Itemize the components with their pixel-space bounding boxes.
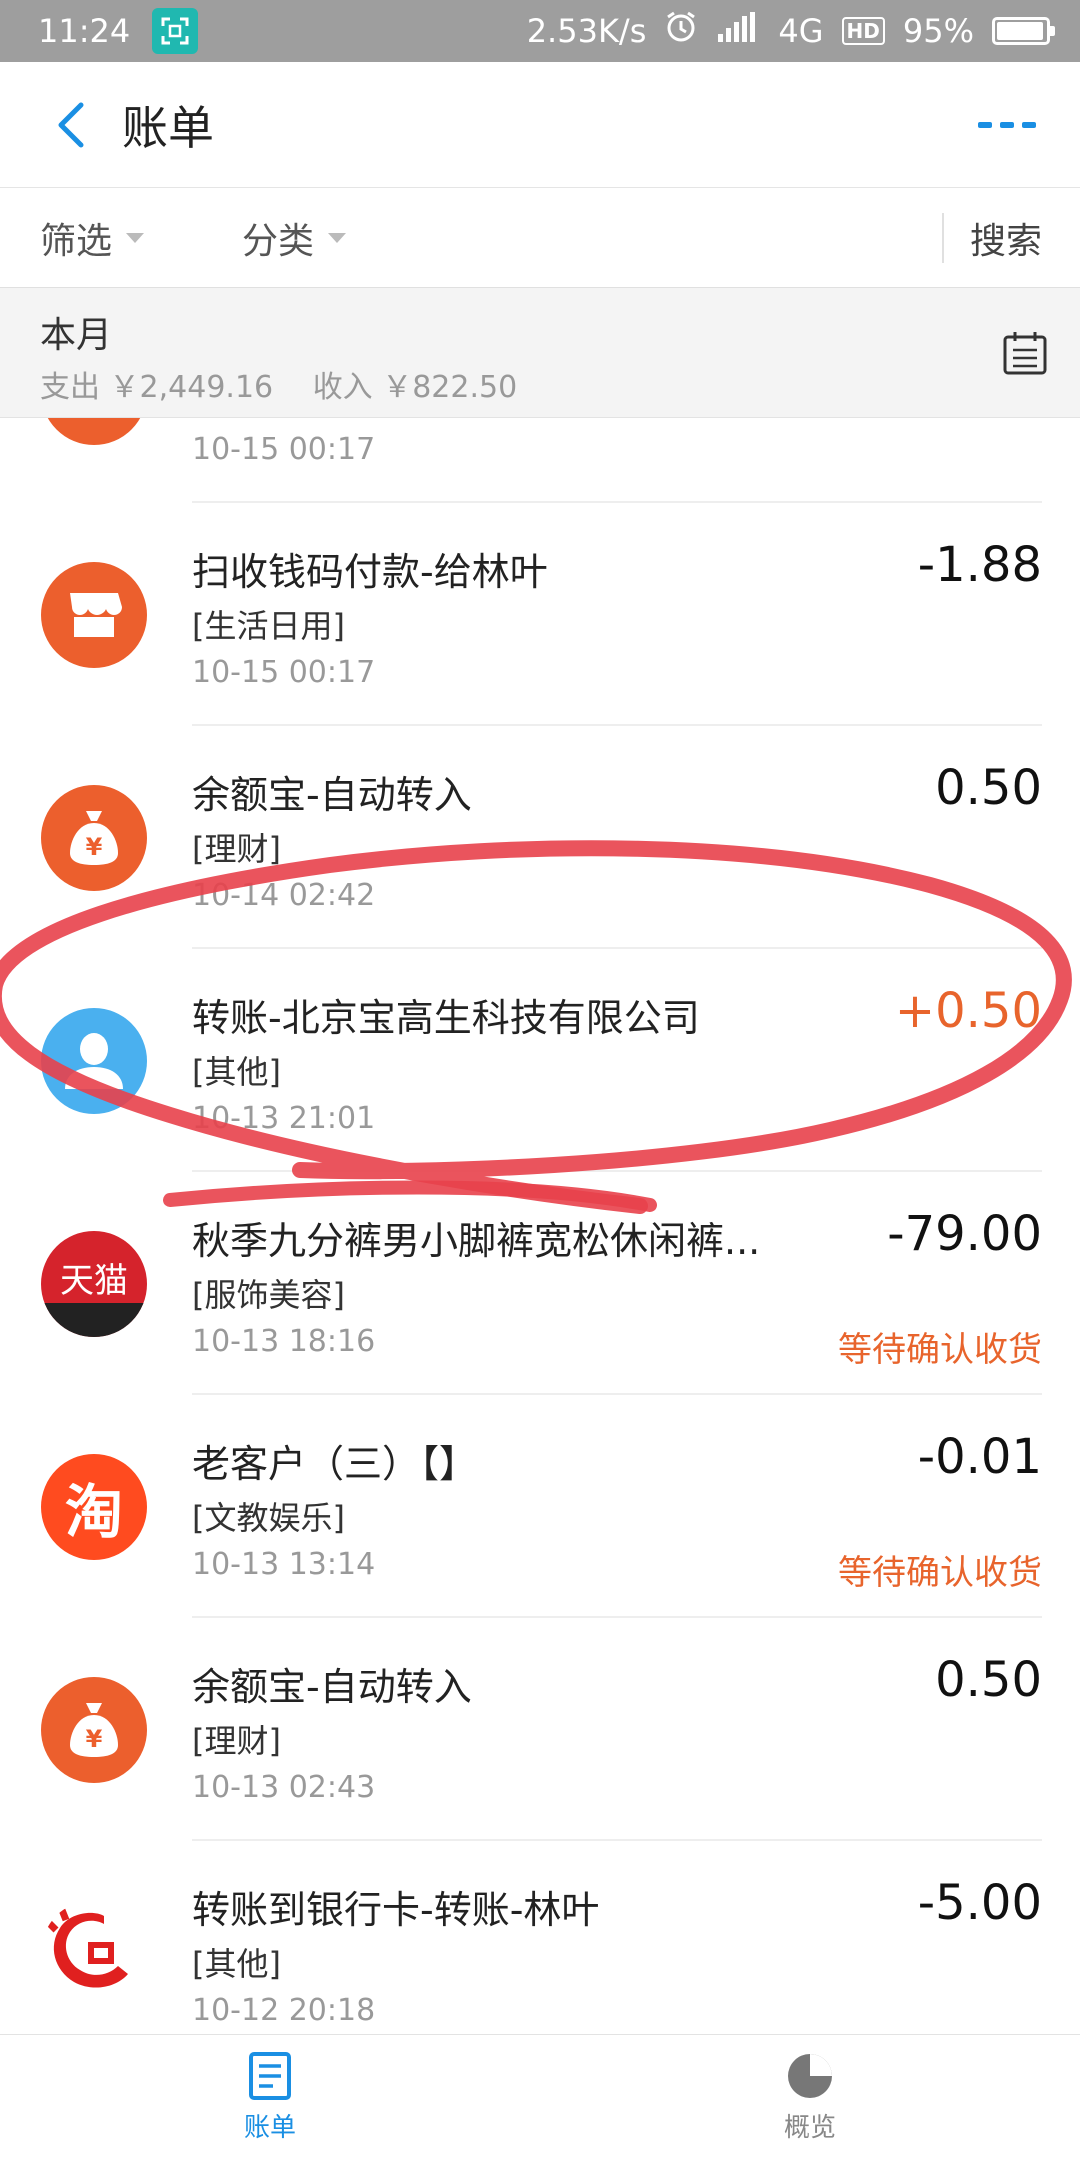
- transaction-time: 10-12 20:18: [192, 1993, 376, 2028]
- signal-icon: [716, 12, 760, 50]
- bottom-tab-bar: 账单 概览: [0, 2034, 1080, 2160]
- transaction-category: [生活日用]: [192, 607, 345, 645]
- transaction-name: 转账-北京宝高生科技有限公司: [192, 996, 700, 1040]
- bill-icon: [249, 2052, 291, 2100]
- taobao-icon: 淘: [41, 1454, 147, 1560]
- transaction-time: 10-15 00:17: [192, 655, 376, 690]
- list-item[interactable]: 转账-北京宝高生科技有限公司 [其他] 10-13 21:01 +0.50: [0, 949, 1080, 1172]
- list-item[interactable]: ¥ 余额宝-自动转入 [理财] 10-13 02:43 0.50: [0, 1618, 1080, 1841]
- more-menu-button[interactable]: [978, 121, 1036, 128]
- back-button[interactable]: [40, 95, 100, 155]
- chevron-left-icon: [58, 102, 84, 147]
- expense-total: 支出 ￥2,449.16: [40, 370, 274, 405]
- calendar-icon[interactable]: [1002, 330, 1048, 376]
- filter-label: 筛选: [40, 220, 113, 262]
- transaction-category: [其他]: [192, 1945, 281, 1983]
- filter-dropdown[interactable]: 筛选: [40, 212, 145, 264]
- status-time: 11:24: [38, 12, 131, 50]
- filter-bar: 筛选 分类 搜索: [0, 188, 1080, 288]
- transaction-amount: 0.50: [935, 760, 1042, 816]
- list-item[interactable]: 转账到银行卡-转账-林叶 [其他] 10-12 20:18 -5.00: [0, 1841, 1080, 2034]
- tmall-icon: 天猫: [41, 1231, 147, 1337]
- list-item[interactable]: 10-15 00:17: [0, 418, 1080, 503]
- transaction-name: 扫收钱码付款-给林叶: [192, 550, 548, 594]
- network-speed: 2.53K/s: [526, 12, 647, 50]
- tab-overview-label: 概览: [783, 2113, 836, 2143]
- list-item[interactable]: 扫收钱码付款-给林叶 [生活日用] 10-15 00:17 -1.88: [0, 503, 1080, 726]
- tab-bill[interactable]: 账单: [0, 2035, 540, 2160]
- alarm-icon: [664, 10, 698, 52]
- status-bar: 11:24 2.53K/s 4G HD 95%: [0, 0, 1080, 62]
- nav-header: 账单: [0, 62, 1080, 188]
- transaction-time: 10-14 02:42: [192, 878, 376, 913]
- income-total: 收入 ￥822.50: [312, 370, 518, 405]
- list-item[interactable]: 天猫 秋季九分裤男小脚裤宽松休闲裤... [服饰美容] 10-13 18:16 …: [0, 1172, 1080, 1395]
- transaction-time: 10-13 18:16: [192, 1324, 376, 1359]
- transaction-name: 转账到银行卡-转账-林叶: [192, 1888, 600, 1932]
- page-title: 账单: [122, 100, 214, 155]
- transaction-amount: -1.88: [917, 537, 1042, 593]
- money-bag-icon: ¥: [41, 785, 147, 891]
- transaction-time: 10-13 21:01: [192, 1101, 376, 1136]
- transaction-list: 10-15 00:17 扫收钱码付款-给林叶 [生活日用] 10-15 00:1…: [0, 418, 1080, 2034]
- transaction-amount: -79.00: [887, 1206, 1042, 1262]
- shop-icon: [41, 562, 147, 668]
- caret-down-icon: [126, 232, 145, 243]
- more-dots-icon: [978, 121, 992, 128]
- transaction-name: 余额宝-自动转入: [192, 773, 472, 817]
- transaction-time: 10-13 02:43: [192, 1770, 376, 1805]
- hd-badge: HD: [841, 17, 885, 45]
- transaction-category: [文教娱乐]: [192, 1499, 345, 1537]
- transaction-amount: -0.01: [917, 1429, 1042, 1485]
- transaction-category: [理财]: [192, 830, 281, 868]
- transaction-time: 10-13 13:14: [192, 1547, 376, 1582]
- pie-chart-icon: [788, 2054, 832, 2098]
- transaction-time: 10-15 00:17: [192, 432, 376, 467]
- month-totals: 支出 ￥2,449.16 收入 ￥822.50: [40, 362, 547, 406]
- transaction-amount: -5.00: [917, 1875, 1042, 1931]
- divider: [941, 212, 944, 263]
- taobao-logo-text: 淘: [64, 1478, 123, 1546]
- month-summary: 本月 支出 ￥2,449.16 收入 ￥822.50: [0, 288, 1080, 418]
- orange-circle-icon: [41, 418, 147, 445]
- bank-logo-icon: [41, 1900, 147, 2006]
- period-label: 本月: [40, 315, 113, 356]
- tab-overview[interactable]: 概览: [540, 2035, 1080, 2160]
- transaction-amount: 0.50: [935, 1652, 1042, 1708]
- transaction-category: [服饰美容]: [192, 1276, 345, 1314]
- screen-capture-icon: [152, 8, 199, 54]
- search-button[interactable]: 搜索: [970, 212, 1042, 264]
- svg-text:¥: ¥: [86, 1725, 103, 1753]
- transaction-name: 秋季九分裤男小脚裤宽松休闲裤...: [192, 1219, 761, 1263]
- money-bag-icon: ¥: [41, 1677, 147, 1783]
- transaction-category: [理财]: [192, 1722, 281, 1760]
- list-item[interactable]: ¥ 余额宝-自动转入 [理财] 10-14 02:42 0.50: [0, 726, 1080, 949]
- list-item[interactable]: 淘 老客户（三）【】 [文教娱乐] 10-13 13:14 -0.01 等待确认…: [0, 1395, 1080, 1618]
- order-status: 等待确认收货: [838, 1330, 1042, 1370]
- transaction-category: [其他]: [192, 1053, 281, 1091]
- transaction-name: 老客户（三）【】: [192, 1442, 478, 1486]
- svg-text:¥: ¥: [86, 833, 103, 861]
- battery-percent: 95%: [902, 12, 974, 50]
- transaction-amount: +0.50: [894, 983, 1042, 1039]
- user-avatar-icon: [41, 1008, 147, 1114]
- network-type: 4G: [778, 12, 824, 50]
- transaction-name: 余额宝-自动转入: [192, 1665, 472, 1709]
- category-label: 分类: [242, 220, 315, 262]
- order-status: 等待确认收货: [838, 1553, 1042, 1593]
- tmall-logo-text: 天猫: [60, 1260, 128, 1301]
- tab-bill-label: 账单: [243, 2113, 296, 2143]
- category-dropdown[interactable]: 分类: [242, 212, 347, 264]
- caret-down-icon: [328, 232, 347, 243]
- battery-icon: [992, 17, 1055, 45]
